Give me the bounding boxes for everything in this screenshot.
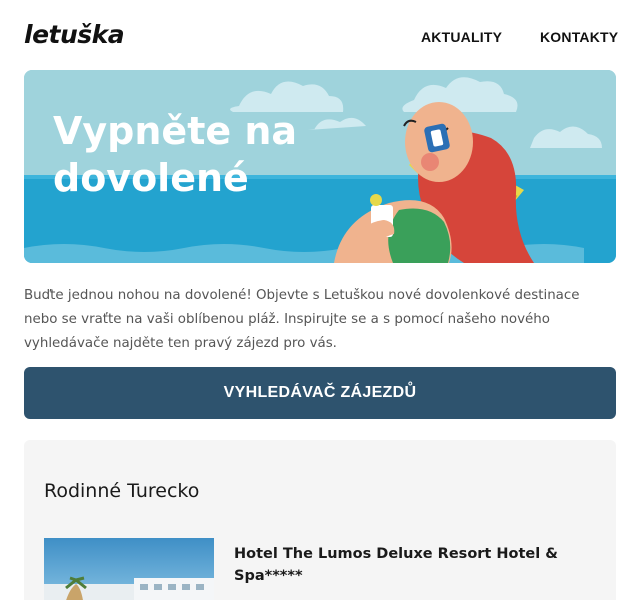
hero-title: Vypněte na dovolené xyxy=(53,108,353,202)
letuska-logo[interactable]: letuška xyxy=(24,20,125,49)
hero-title-line1: Vypněte na xyxy=(53,109,298,153)
hotel-image[interactable] xyxy=(44,538,214,600)
hotel-photo xyxy=(44,538,214,600)
nav-aktuality[interactable]: AKTUALITY xyxy=(421,29,502,45)
nav-kontakty[interactable]: KONTAKTY xyxy=(540,29,618,45)
hero-banner[interactable]: Vypněte na dovolené xyxy=(24,70,616,263)
section-title: Rodinné Turecko xyxy=(44,480,200,502)
hero-title-line2: dovolené xyxy=(53,156,249,200)
logo-text: letuška xyxy=(24,20,125,49)
intro-text: Buďte jednou nohou na dovolené! Objevte … xyxy=(24,288,580,351)
hotel-name[interactable]: Hotel The Lumos Deluxe Resort Hotel & Sp… xyxy=(234,543,564,587)
header: letuška AKTUALITY KONTAKTY xyxy=(0,0,640,70)
featured-section: Rodinné Turecko Hotel The Lumos Deluxe R… xyxy=(24,440,616,600)
tour-search-button[interactable]: VYHLEDÁVAČ ZÁJEZDŮ xyxy=(24,367,616,419)
